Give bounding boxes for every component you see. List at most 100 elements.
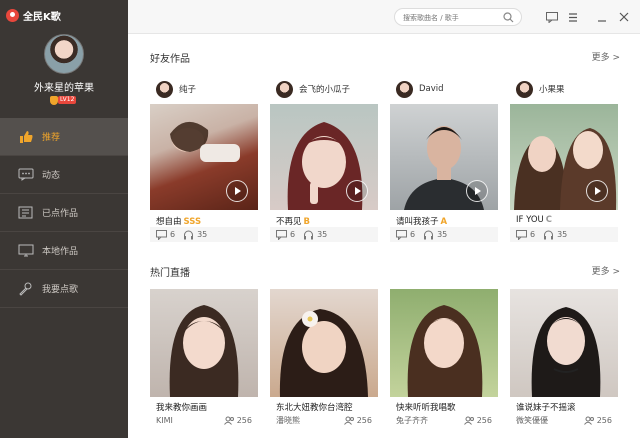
sidebar-menu: 推荐 动态 已点作品 本地作品 我要点歌 [0, 118, 128, 308]
comment-count-value: 6 [290, 230, 296, 239]
play-icon[interactable] [586, 180, 608, 202]
host-name: 微笑優優 [516, 415, 548, 425]
listen-count: 35 [183, 230, 207, 240]
comment-count[interactable]: 6 [276, 229, 296, 240]
sidebar-item-label: 本地作品 [42, 247, 79, 257]
sidebar-item-ordered[interactable]: 已点作品 [0, 194, 128, 232]
live-section-header: 热门直播 更多 > [150, 264, 620, 279]
username[interactable]: 外来星的苹果 [0, 79, 128, 94]
comment-count[interactable]: 6 [516, 229, 536, 240]
sidebar-item-label: 推荐 [42, 133, 61, 143]
live-card[interactable]: 我来教你画画 KIMI 256 [150, 289, 258, 427]
work-title: IF YOU C [510, 210, 618, 227]
headphones-icon [424, 230, 434, 239]
comment-icon [516, 229, 527, 240]
live-meta: 兔子齐齐 256 [390, 413, 498, 427]
app-logo-icon [6, 8, 19, 22]
comment-icon [276, 229, 287, 240]
live-card[interactable]: 东北大妞教你台湾腔 潘晓熊 256 [270, 289, 378, 427]
card-user[interactable]: 小果果 [510, 74, 618, 104]
search-box[interactable] [394, 8, 522, 26]
work-card[interactable]: 小果果 IF YOU C 6 35 [510, 74, 618, 242]
host-name: 潘晓熊 [276, 415, 300, 425]
work-card[interactable]: David 请叫我孩子 A 6 35 [390, 74, 498, 242]
work-title: 不再见 B [270, 210, 378, 227]
avatar[interactable] [396, 80, 413, 98]
live-meta: 潘晓熊 256 [270, 413, 378, 427]
work-cover-image[interactable] [270, 104, 378, 210]
listen-count: 35 [303, 230, 327, 240]
avatar[interactable] [156, 80, 173, 98]
work-cover-image[interactable] [510, 104, 618, 210]
live-cover-image[interactable] [390, 289, 498, 397]
menu-icon[interactable] [567, 11, 579, 23]
comment-count[interactable]: 6 [156, 229, 175, 240]
sidebar-item-local[interactable]: 本地作品 [0, 232, 128, 270]
sidebar: 全民K歌 外来星的苹果 LV12 推荐 动态 已点作品 本地作品 我要点歌 [0, 0, 128, 438]
work-title: 请叫我孩子 A [390, 210, 498, 227]
viewer-count: 256 [343, 416, 372, 425]
live-meta: KIMI 256 [150, 413, 258, 427]
score-grade: A [440, 217, 448, 227]
live-more-link[interactable]: 更多 > [592, 264, 620, 277]
card-username: 会飞的小瓜子 [299, 85, 351, 95]
top-bar [128, 0, 640, 34]
message-icon[interactable] [546, 11, 558, 23]
listen-count-value: 35 [317, 230, 328, 239]
live-title: 谁说妹子不摇滚 [516, 403, 576, 413]
comment-count[interactable]: 6 [396, 229, 415, 240]
card-username: David [419, 84, 444, 94]
work-card[interactable]: 纯子 想自由 SSS 6 35 [150, 74, 258, 242]
user-avatar[interactable] [44, 34, 84, 74]
friends-more-link[interactable]: 更多 > [592, 50, 620, 63]
avatar[interactable] [516, 80, 533, 98]
viewer-count: 256 [223, 415, 252, 425]
live-cover-image[interactable] [150, 289, 258, 397]
work-card[interactable]: 会飞的小瓜子 不再见 B 6 35 [270, 74, 378, 242]
work-stats: 6 35 [270, 227, 378, 242]
work-cover-image[interactable] [150, 104, 258, 210]
listen-count-value: 35 [197, 230, 208, 239]
crown-icon [50, 95, 58, 105]
play-icon[interactable] [346, 180, 368, 202]
card-user[interactable]: David [390, 74, 498, 104]
headphones-icon [544, 230, 554, 239]
list-icon [18, 206, 34, 220]
viewers-icon [223, 416, 234, 425]
close-icon[interactable] [618, 11, 630, 23]
work-cover-image[interactable] [390, 104, 498, 210]
live-card[interactable]: 谁说妹子不摇滚 微笑優優 256 [510, 289, 618, 427]
friends-section-title: 好友作品 [150, 54, 190, 65]
sidebar-item-request[interactable]: 我要点歌 [0, 270, 128, 308]
viewer-count-value: 256 [476, 415, 492, 425]
listen-count-value: 35 [557, 230, 568, 239]
viewer-count-value: 256 [236, 415, 252, 425]
work-stats: 6 35 [510, 227, 618, 242]
score-grade: B [303, 217, 310, 227]
card-user[interactable]: 会飞的小瓜子 [270, 74, 378, 104]
viewer-count: 256 [463, 415, 492, 425]
listen-count: 35 [543, 230, 567, 240]
sidebar-item-recommend[interactable]: 推荐 [0, 118, 128, 156]
viewers-icon [343, 416, 354, 425]
search-icon[interactable] [503, 12, 514, 23]
comment-count-value: 6 [530, 230, 536, 239]
live-section-title: 热门直播 [150, 268, 190, 279]
sidebar-item-feed[interactable]: 动态 [0, 156, 128, 194]
card-user[interactable]: 纯子 [150, 74, 258, 104]
play-icon[interactable] [466, 180, 488, 202]
live-cover-image[interactable] [510, 289, 618, 397]
live-cover-image[interactable] [270, 289, 378, 397]
live-meta: 微笑優優 256 [510, 413, 618, 427]
live-title: 我来教你画画 [156, 403, 208, 413]
headphones-icon [304, 230, 314, 239]
minimize-icon[interactable] [596, 11, 608, 23]
level-label: LV12 [58, 96, 77, 104]
thumbs-up-icon [18, 130, 34, 144]
avatar[interactable] [276, 80, 293, 98]
brand: 全民K歌 [6, 6, 61, 24]
live-card[interactable]: 快来听听我唱歌 兔子齐齐 256 [390, 289, 498, 427]
search-input[interactable] [403, 11, 501, 24]
work-title: 想自由 SSS [150, 210, 258, 227]
play-icon[interactable] [226, 180, 248, 202]
